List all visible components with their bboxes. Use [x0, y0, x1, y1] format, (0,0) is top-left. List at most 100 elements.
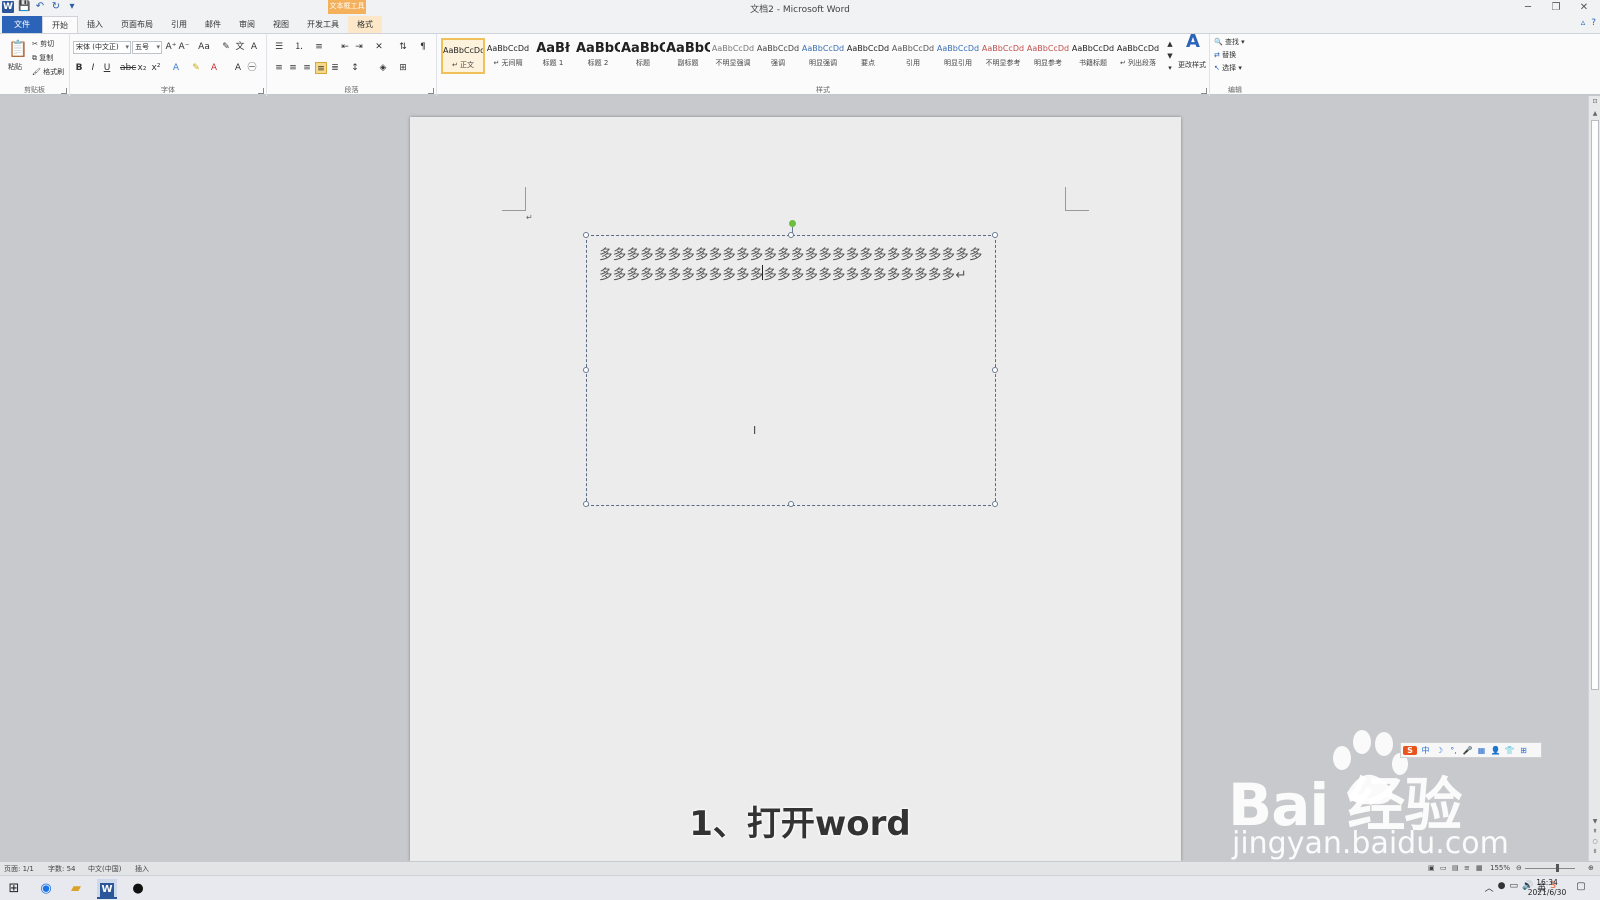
zoom-in-icon[interactable]: ⊕ [1588, 864, 1594, 872]
tab-9[interactable]: 格式 [348, 16, 382, 33]
style-tile[interactable]: AaBbCcDd 明显引用 [936, 38, 980, 74]
char-border-icon[interactable]: A [248, 41, 260, 53]
bullets-icon[interactable]: ☰ [273, 41, 285, 53]
phonetic-guide-icon[interactable]: 文 [234, 41, 246, 53]
text-box[interactable]: 多多多多多多多多多多多多多多多多多多多多多多多多多多多多 多多多多多多多多多多多… [583, 220, 998, 507]
clear-format-icon[interactable]: ✎ [220, 41, 232, 53]
style-tile[interactable]: AaBbCcDd ↵ 无间隔 [486, 38, 530, 74]
style-tile[interactable]: AaBbCcDd 明显参考 [1026, 38, 1070, 74]
subscript-icon[interactable]: x₂ [136, 62, 148, 74]
tray-expand-icon[interactable]: ︿ [1485, 881, 1494, 894]
close-button[interactable]: ✕ [1570, 1, 1598, 15]
zoom-out-icon[interactable]: ⊖ [1516, 864, 1522, 872]
view-outline-icon[interactable]: ≡ [1464, 864, 1470, 872]
resize-handle-n[interactable] [788, 232, 794, 238]
chinese-layout-icon[interactable]: ✕ [373, 41, 385, 53]
tab-6[interactable]: 审阅 [230, 16, 264, 33]
borders-icon[interactable]: ⊞ [397, 62, 409, 74]
ruler-toggle-icon[interactable]: ⊡ [1589, 98, 1600, 105]
style-tile[interactable]: AaBbCcDd 明显强调 [801, 38, 845, 74]
align-center-icon[interactable]: ≡ [287, 62, 299, 74]
align-left-icon[interactable]: ≡ [273, 62, 285, 74]
language-status[interactable]: 中文(中国) [88, 864, 121, 874]
show-marks-icon[interactable]: ¶ [417, 41, 429, 53]
resize-handle-se[interactable] [992, 501, 998, 507]
change-case-icon[interactable]: Aa [198, 41, 210, 53]
ime-item-icon[interactable]: 🎤 [1462, 746, 1473, 755]
style-tile[interactable]: AaBbCcDd 引用 [891, 38, 935, 74]
browser-icon[interactable]: ◉ [36, 879, 56, 899]
format-painter-button[interactable]: 🖌 格式刷 [32, 67, 64, 77]
page-count-status[interactable]: 页面: 1/1 [4, 864, 34, 874]
ime-item-icon[interactable]: ▦ [1476, 746, 1487, 755]
gallery-down-icon[interactable]: ▼ [1164, 50, 1176, 62]
select-button[interactable]: ↖ 选择 ▾ [1214, 63, 1242, 73]
enclosed-char-icon[interactable]: ㊀ [246, 62, 258, 74]
ime-item-icon[interactable]: 👤 [1490, 746, 1501, 755]
justify-icon[interactable]: ≡ [315, 62, 327, 74]
start-windows-icon[interactable]: ⊞ [4, 879, 24, 899]
paste-button[interactable]: 粘贴 [8, 62, 22, 72]
style-tile[interactable]: AaBbCcDd 书籍标题 [1071, 38, 1115, 74]
network-icon[interactable]: ▭ [1510, 881, 1519, 894]
style-tile[interactable]: AaBbCcDd 要点 [846, 38, 890, 74]
sort-icon[interactable]: ⇅ [397, 41, 409, 53]
style-tile[interactable]: AaBbC 标题 [621, 38, 665, 74]
tab-0[interactable]: 文件 [2, 16, 42, 33]
line-spacing-icon[interactable]: ↕ [349, 62, 361, 74]
word-taskbar-icon[interactable]: W [97, 879, 117, 899]
insert-mode-status[interactable]: 插入 [135, 864, 149, 874]
minimize-ribbon-icon[interactable]: ▵ [1581, 18, 1586, 28]
resize-handle-nw[interactable] [583, 232, 589, 238]
font-color-icon[interactable]: A [208, 62, 220, 74]
ime-item-icon[interactable]: ☽ [1434, 746, 1445, 755]
resize-handle-e[interactable] [992, 367, 998, 373]
decrease-indent-icon[interactable]: ⇤ [339, 41, 351, 53]
grow-font-icon[interactable]: A⁺ [165, 41, 177, 53]
view-web-icon[interactable]: ▤ [1452, 864, 1459, 872]
tab-2[interactable]: 插入 [78, 16, 112, 33]
style-tile[interactable]: AaBbCcDd ↵ 正文 [441, 38, 485, 74]
tab-8[interactable]: 开发工具 [298, 16, 348, 33]
vertical-scrollbar[interactable]: ⊡ ▲ ▼ ⇞ ○ ⇟ [1588, 96, 1600, 861]
text-effects-icon[interactable]: A [170, 62, 182, 74]
paragraph-launcher-icon[interactable] [428, 88, 434, 94]
font-name-combo[interactable]: 宋体 (中文正) [73, 41, 131, 54]
italic-icon[interactable]: I [87, 62, 99, 74]
restore-button[interactable]: ❐ [1542, 1, 1570, 15]
multilevel-list-icon[interactable]: ≡ [313, 41, 325, 53]
gallery-more-icon[interactable]: ▾ [1164, 62, 1176, 74]
style-tile[interactable]: AaBbC 标题 2 [576, 38, 620, 74]
next-page-icon[interactable]: ⇟ [1589, 848, 1600, 855]
style-tile[interactable]: AaBbC 副标题 [666, 38, 710, 74]
cut-button[interactable]: ✂ 剪切 [32, 39, 54, 49]
strikethrough-icon[interactable]: abc [120, 62, 136, 74]
taskbar-clock[interactable]: 16:34 2021/6/30 [1522, 878, 1572, 898]
increase-indent-icon[interactable]: ⇥ [353, 41, 365, 53]
font-size-combo[interactable]: 五号 [132, 41, 162, 54]
shrink-font-icon[interactable]: A⁻ [178, 41, 190, 53]
tray-app-icon[interactable]: ● [1498, 881, 1506, 894]
paste-icon[interactable]: 📋 [8, 38, 28, 60]
clipboard-launcher-icon[interactable] [61, 88, 67, 94]
superscript-icon[interactable]: x² [150, 62, 162, 74]
obs-recorder-icon[interactable]: ● [128, 879, 148, 899]
resize-handle-w[interactable] [583, 367, 589, 373]
view-draft-icon[interactable]: ▦ [1476, 864, 1483, 872]
word-count-status[interactable]: 字数: 54 [48, 864, 76, 874]
resize-handle-ne[interactable] [992, 232, 998, 238]
copy-button[interactable]: ⧉ 复制 [32, 53, 53, 63]
numbering-icon[interactable]: ⒈ [293, 41, 305, 53]
highlight-icon[interactable]: ✎ [190, 62, 202, 74]
zoom-slider[interactable] [1525, 868, 1575, 869]
style-tile[interactable]: AaBbCcDd ↵ 列出段落 [1116, 38, 1160, 74]
ime-item-icon[interactable]: ⊞ [1518, 746, 1529, 755]
style-tile[interactable]: AaBbCcDd 强调 [756, 38, 800, 74]
scrollbar-thumb[interactable] [1591, 120, 1599, 690]
char-shading-icon[interactable]: A [232, 62, 244, 74]
styles-launcher-icon[interactable] [1201, 88, 1207, 94]
replace-button[interactable]: ⇄ 替换 [1214, 50, 1236, 60]
style-tile[interactable]: AaBł 标题 1 [531, 38, 575, 74]
style-tile[interactable]: AaBbCcDd 不明显参考 [981, 38, 1025, 74]
bold-icon[interactable]: B [73, 62, 85, 74]
